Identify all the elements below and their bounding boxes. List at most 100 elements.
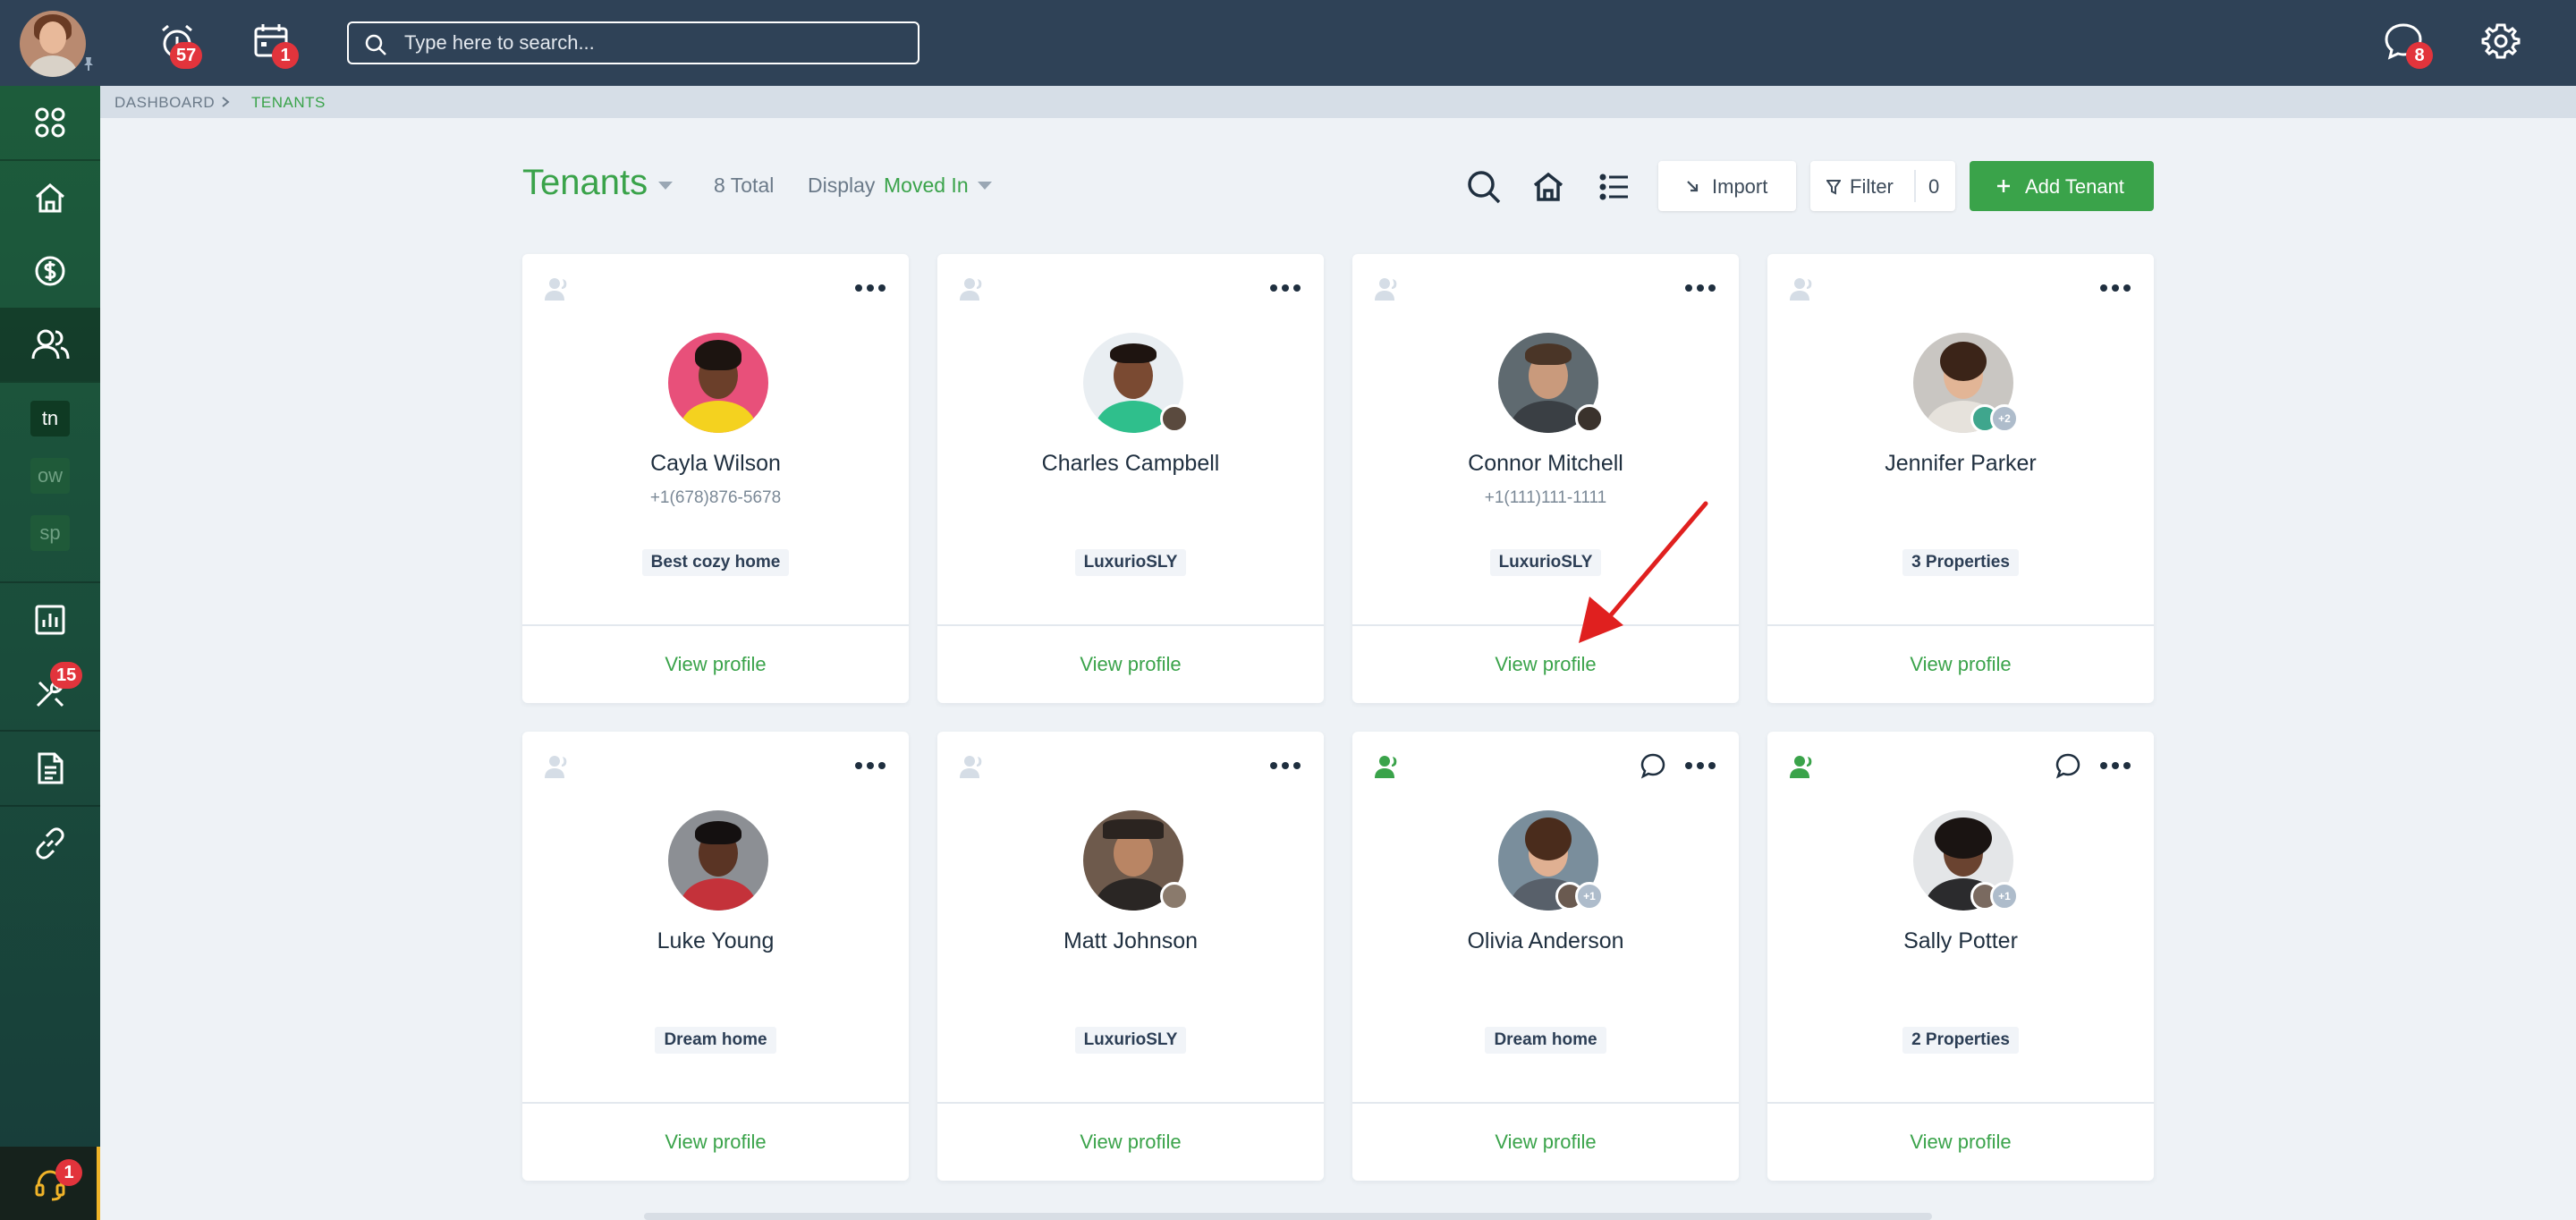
sidebar-item-home[interactable] — [0, 161, 100, 234]
filter-button[interactable]: Filter 0 — [1810, 161, 1955, 211]
tenant-card: +2 Jennifer Parker 3 Properties View pro… — [1767, 254, 2154, 703]
more-options-icon[interactable] — [853, 281, 887, 295]
more-options-icon[interactable] — [1268, 758, 1302, 773]
notifications-badge: 57 — [170, 42, 203, 69]
plus-icon — [1997, 180, 2010, 192]
extra-tenants-count: +2 — [1990, 404, 2019, 433]
sidebar: tn ow sp 15 — [0, 86, 100, 1220]
co-tenant-avatar — [1160, 882, 1189, 911]
annotation-arrow — [1579, 501, 1708, 643]
view-profile-link[interactable]: View profile — [1352, 1104, 1739, 1181]
tenant-name: Cayla Wilson — [650, 451, 781, 476]
more-options-icon[interactable] — [853, 758, 887, 773]
more-options-icon[interactable] — [1683, 758, 1717, 773]
search-input[interactable] — [404, 30, 905, 55]
search-box[interactable] — [347, 21, 919, 64]
property-tag: 3 Properties — [1902, 549, 2019, 576]
more-options-icon[interactable] — [1683, 281, 1717, 295]
support-badge: 1 — [55, 1159, 82, 1186]
top-bar: 57 1 8 — [0, 0, 2576, 86]
title-caret-icon[interactable] — [658, 182, 673, 190]
tenant-name: Jennifer Parker — [1885, 451, 2037, 476]
display-filter-value[interactable]: Moved In — [884, 174, 969, 198]
view-profile-link[interactable]: View profile — [522, 626, 909, 703]
page-title[interactable]: Tenants — [522, 163, 648, 203]
user-avatar[interactable] — [20, 11, 86, 77]
view-profile-link[interactable]: View profile — [937, 1104, 1324, 1181]
horizontal-scrollbar[interactable] — [644, 1213, 1932, 1220]
support-button[interactable]: 1 — [0, 1147, 100, 1220]
view-profile-link[interactable]: View profile — [1767, 626, 2154, 703]
sidebar-item-documents[interactable] — [0, 732, 100, 805]
view-profile-link[interactable]: View profile — [937, 626, 1324, 703]
total-count: 8 Total — [714, 174, 775, 197]
property-tag: 2 Properties — [1902, 1027, 2019, 1054]
avatar — [668, 810, 768, 911]
property-tag: Dream home — [655, 1027, 776, 1054]
avatar — [1498, 333, 1604, 433]
sidebar-item-accounting[interactable] — [0, 234, 100, 308]
tenant-name: Charles Campbell — [1041, 451, 1220, 476]
tenant-card: Cayla Wilson +1(678)876-5678 Best cozy h… — [522, 254, 909, 703]
property-tag: Dream home — [1485, 1027, 1606, 1054]
tenant-card: Luke Young Dream home View profile — [522, 732, 909, 1181]
person-active-icon — [1375, 756, 1397, 778]
people-icon — [31, 329, 70, 360]
sidebar-chip-ow[interactable]: ow — [30, 458, 70, 494]
search-icon[interactable] — [1465, 168, 1503, 206]
filter-label: Filter — [1850, 175, 1894, 198]
sidebar-item-reports[interactable] — [0, 583, 100, 657]
breadcrumb: DASHBOARD TENANTS — [100, 86, 2576, 118]
import-label: Import — [1712, 175, 1768, 198]
search-icon — [365, 34, 386, 55]
chat-icon[interactable] — [2054, 751, 2082, 780]
more-options-icon[interactable] — [2098, 758, 2132, 773]
sidebar-chip-sp[interactable]: sp — [30, 515, 70, 551]
tenant-card: Charles Campbell LuxurioSLY View profile — [937, 254, 1324, 703]
property-tag: LuxurioSLY — [1074, 549, 1187, 576]
add-tenant-button[interactable]: Add Tenant — [1970, 161, 2154, 211]
gear-icon[interactable] — [2479, 20, 2524, 64]
list-view-icon[interactable] — [1596, 168, 1633, 206]
messages-badge: 8 — [2406, 42, 2433, 69]
tenant-name: Olivia Anderson — [1467, 928, 1624, 953]
view-profile-link[interactable]: View profile — [522, 1104, 909, 1181]
maintenance-badge: 15 — [50, 662, 83, 689]
sidebar-item-apps[interactable] — [0, 86, 100, 159]
extra-tenants-count: +1 — [1575, 882, 1604, 911]
person-icon — [545, 756, 567, 778]
breadcrumb-tenants: TENANTS — [251, 94, 326, 111]
bar-chart-icon — [35, 605, 65, 635]
document-icon — [38, 752, 64, 784]
chat-icon[interactable] — [1639, 751, 1667, 780]
sidebar-item-maintenance[interactable] — [0, 657, 100, 730]
add-tenant-label: Add Tenant — [2025, 175, 2124, 198]
sidebar-item-links[interactable] — [0, 807, 100, 880]
person-icon — [960, 278, 982, 301]
tenant-name: Luke Young — [657, 928, 775, 953]
extra-tenants-count: +1 — [1990, 882, 2019, 911]
property-tag: Best cozy home — [641, 549, 790, 576]
tenant-card: +1 Sally Potter 2 Properties View profil… — [1767, 732, 2154, 1181]
import-button[interactable]: Import — [1658, 161, 1796, 211]
avatar — [668, 333, 768, 433]
grid-view-icon[interactable] — [1530, 168, 1567, 206]
avatar: +2 — [1913, 333, 2019, 433]
chevron-right-icon — [222, 97, 230, 107]
tenant-name: Connor Mitchell — [1468, 451, 1623, 476]
home-icon — [36, 183, 64, 213]
link-icon — [36, 827, 64, 860]
more-options-icon[interactable] — [1268, 281, 1302, 295]
more-options-icon[interactable] — [2098, 281, 2132, 295]
sidebar-item-people[interactable] — [0, 308, 100, 381]
tenant-card: +1 Olivia Anderson Dream home View profi… — [1352, 732, 1739, 1181]
display-caret-icon[interactable] — [978, 182, 992, 190]
person-icon — [960, 756, 982, 778]
breadcrumb-dashboard[interactable]: DASHBOARD — [114, 94, 215, 112]
sidebar-chip-tn[interactable]: tn — [30, 401, 70, 436]
avatar — [1083, 810, 1189, 911]
tenant-card: Matt Johnson LuxurioSLY View profile — [937, 732, 1324, 1181]
avatar: +1 — [1498, 810, 1604, 911]
view-profile-link[interactable]: View profile — [1767, 1104, 2154, 1181]
person-icon — [1375, 278, 1397, 301]
